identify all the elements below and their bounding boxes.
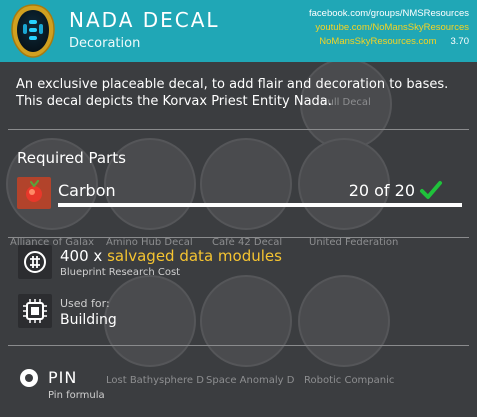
pin-icon[interactable]	[18, 367, 40, 389]
divider	[8, 237, 469, 238]
blueprint-cost-value: 400 x salvaged data modules	[60, 247, 282, 265]
korvax-entity-icon	[11, 4, 55, 58]
blueprint-cost-label: Blueprint Research Cost	[60, 267, 181, 278]
blueprint-item: salvaged data modules	[107, 247, 282, 265]
part-name: Carbon	[58, 181, 116, 200]
blueprint-amount: 400 x	[60, 247, 103, 265]
required-parts-heading: Required Parts	[17, 149, 126, 167]
divider	[8, 129, 469, 130]
bg-decal-anomaly	[200, 275, 292, 367]
resource-links: facebook.com/groups/NMSResources youtube…	[309, 7, 469, 49]
divider	[8, 345, 469, 346]
carbon-icon	[17, 177, 51, 209]
background-decal-grid: Null Decal Alliance of Galax Amino Hub D…	[0, 0, 477, 417]
bg-label-united: United Federation	[309, 237, 399, 248]
item-header: NADA DECAL Decoration facebook.com/group…	[0, 0, 477, 62]
bg-label-bathysphere: Lost Bathysphere D	[106, 375, 204, 386]
used-for-label: Used for:	[60, 297, 110, 310]
part-count: 20 of 20	[348, 181, 415, 200]
salvaged-data-icon	[18, 245, 52, 279]
checkmark-icon	[420, 181, 442, 199]
required-part-row[interactable]: Carbon 20 of 20	[17, 175, 462, 209]
pin-subtitle: Pin formula	[48, 390, 105, 401]
version-label: 3.70	[450, 36, 470, 47]
bg-label-robotic: Robotic Companic	[304, 375, 395, 386]
item-title: NADA DECAL	[69, 8, 220, 32]
bg-label-anomaly: Space Anomaly D	[206, 375, 295, 386]
part-progress-fill	[58, 203, 462, 207]
youtube-link[interactable]: youtube.com/NoMansSkyResources	[309, 21, 469, 35]
used-for-value: Building	[60, 312, 117, 328]
item-category: Decoration	[69, 36, 141, 51]
bg-decal-bathysphere	[104, 275, 196, 367]
bg-decal-robotic	[298, 275, 390, 367]
item-description: An exclusive placeable decal, to add fla…	[16, 77, 449, 109]
chip-icon	[18, 294, 52, 328]
facebook-link[interactable]: facebook.com/groups/NMSResources	[309, 7, 469, 21]
pin-button[interactable]: PIN	[48, 368, 77, 387]
part-progress-bar	[58, 203, 462, 207]
website-link[interactable]: NoMansSkyResources.com	[319, 35, 436, 49]
